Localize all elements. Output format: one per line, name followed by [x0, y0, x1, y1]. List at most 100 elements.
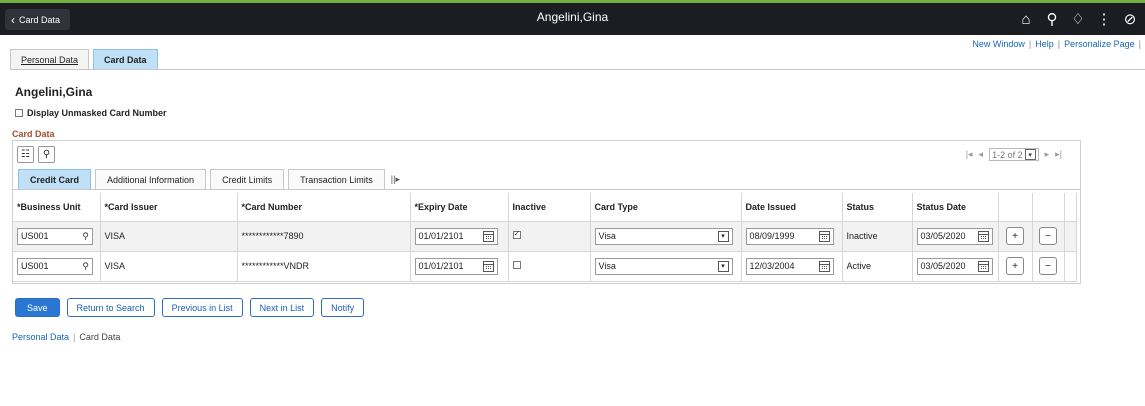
- inactive-checkbox[interactable]: [512, 261, 521, 269]
- tab-credit-card-label: Credit Card: [30, 174, 80, 185]
- spacer-cell: [1064, 221, 1077, 252]
- page-tabs: Personal Data Card Data: [10, 49, 158, 69]
- tab-card-data[interactable]: Card Data: [93, 49, 158, 69]
- card-number-cell: ************7890: [237, 221, 411, 252]
- col-business-unit: *Business Unit: [13, 193, 101, 222]
- lookup-search-icon[interactable]: ⚲: [82, 261, 89, 272]
- tab-credit-limits[interactable]: Credit Limits: [210, 169, 285, 189]
- col-card-number: *Card Number: [237, 193, 411, 222]
- notifications-icon[interactable]: ♢: [1065, 8, 1091, 30]
- delete-row-button[interactable]: −: [1039, 257, 1057, 275]
- personal-data-link[interactable]: Personal Data: [12, 332, 69, 342]
- display-unmasked-checkbox[interactable]: [15, 109, 23, 117]
- tab-credit-card[interactable]: Credit Card: [18, 169, 92, 189]
- inactive-checkbox[interactable]: [512, 229, 521, 239]
- business-unit-value: US001: [21, 231, 49, 241]
- business-unit-value: US001: [21, 261, 49, 271]
- date-issued-input[interactable]: 12/03/2004: [745, 257, 834, 275]
- home-icon[interactable]: ⌂: [1013, 8, 1039, 30]
- status-date-input[interactable]: 03/05/2020: [916, 257, 993, 275]
- lookup-search-icon[interactable]: ⚲: [82, 231, 89, 242]
- add-row-cell: +: [998, 221, 1033, 252]
- delete-row-button[interactable]: −: [1039, 227, 1057, 245]
- card-issuer-cell: VISA: [100, 251, 238, 282]
- spacer-cell: [1064, 251, 1077, 282]
- add-row-button[interactable]: +: [1006, 257, 1024, 275]
- business-unit-input[interactable]: US001 ⚲: [17, 227, 93, 245]
- search-icon[interactable]: ⚲: [1039, 8, 1065, 30]
- card-number-cell: ************VNDR: [237, 251, 411, 282]
- page-bar-links: Personal Data | Card Data: [12, 332, 120, 342]
- show-all-columns-icon[interactable]: ||▸: [389, 169, 400, 189]
- table-row: US001 ⚲ VISA ************VNDR 01/01/2101…: [13, 251, 1077, 282]
- card-data-current: Card Data: [79, 332, 121, 342]
- notify-button[interactable]: Notify: [321, 298, 365, 317]
- top-banner: ‹ Card Data Angelini,Gina ⌂ ⚲ ♢ ⋮ ⊘: [0, 0, 1145, 35]
- calendar-icon[interactable]: [482, 260, 494, 272]
- credit-card-table: *Business Unit *Card Issuer *Card Number…: [13, 193, 1077, 282]
- col-card-issuer: *Card Issuer: [100, 193, 238, 222]
- card-type-select[interactable]: Visa ▾: [594, 227, 733, 245]
- card-type-select[interactable]: Visa ▾: [594, 257, 733, 275]
- calendar-icon[interactable]: [818, 260, 830, 272]
- return-to-search-button[interactable]: Return to Search: [66, 298, 155, 317]
- calendar-icon[interactable]: [977, 230, 989, 242]
- last-page-icon[interactable]: ▸|: [1055, 149, 1062, 160]
- next-page-icon[interactable]: ▸: [1045, 149, 1050, 160]
- previous-in-list-button[interactable]: Previous in List: [161, 298, 243, 317]
- calendar-icon[interactable]: [977, 260, 989, 272]
- inactive-cell: [508, 221, 591, 252]
- header-icons: ⌂ ⚲ ♢ ⋮ ⊘: [1013, 8, 1143, 30]
- col-delete: [1032, 193, 1065, 222]
- expiry-date-input[interactable]: 01/01/2101: [414, 227, 498, 245]
- business-unit-cell: US001 ⚲: [13, 251, 101, 282]
- navbar-icon[interactable]: ⊘: [1117, 8, 1143, 30]
- subtab-divider: [13, 189, 1080, 190]
- tab-transaction-limits-label: Transaction Limits: [300, 174, 373, 185]
- delete-row-cell: −: [1032, 221, 1065, 252]
- card-type-value: Visa: [598, 261, 616, 271]
- previous-page-icon[interactable]: ◂: [979, 149, 984, 160]
- col-card-type: Card Type: [590, 193, 742, 222]
- tab-transaction-limits[interactable]: Transaction Limits: [288, 169, 385, 189]
- status-date-input[interactable]: 03/05/2020: [916, 227, 993, 245]
- actions-menu-icon[interactable]: ⋮: [1091, 8, 1117, 30]
- page-header-title: Angelini,Gina: [536, 10, 609, 24]
- expiry-date-input[interactable]: 01/01/2101: [414, 257, 498, 275]
- personalize-page-link[interactable]: Personalize Page: [1064, 39, 1135, 49]
- card-issuer-cell: VISA: [100, 221, 238, 252]
- link-separator: |: [73, 332, 76, 342]
- personalize-grid-button[interactable]: ☷: [17, 146, 34, 163]
- date-issued-input[interactable]: 08/09/1999: [745, 227, 834, 245]
- col-spacer: [1064, 193, 1077, 222]
- col-status: Status: [842, 193, 913, 222]
- help-link[interactable]: Help: [1035, 39, 1054, 49]
- table-row: US001 ⚲ VISA ************7890 01/01/2101…: [13, 221, 1077, 252]
- display-unmasked-label: Display Unmasked Card Number: [27, 108, 167, 118]
- status-date-cell: 03/05/2020: [912, 251, 999, 282]
- col-add: [998, 193, 1033, 222]
- col-date-issued: Date Issued: [741, 193, 843, 222]
- tab-personal-data[interactable]: Personal Data: [10, 49, 90, 69]
- tab-additional-information[interactable]: Additional Information: [95, 169, 207, 189]
- first-page-icon[interactable]: |◂: [966, 149, 973, 160]
- next-in-list-button[interactable]: Next in List: [249, 298, 315, 317]
- col-status-date: Status Date: [912, 193, 999, 222]
- calendar-icon[interactable]: [482, 230, 494, 242]
- find-button[interactable]: ⚲: [38, 146, 55, 163]
- link-separator: |: [1028, 39, 1032, 49]
- calendar-icon[interactable]: [818, 230, 830, 242]
- business-unit-input[interactable]: US001 ⚲: [17, 257, 93, 275]
- add-row-cell: +: [998, 251, 1033, 282]
- search-icon: ⚲: [42, 149, 51, 160]
- new-window-link[interactable]: New Window: [972, 39, 1025, 49]
- card-type-cell: Visa ▾: [590, 221, 742, 252]
- row-range-select[interactable]: 1-2 of 2 ▾: [989, 148, 1039, 161]
- tab-card-data-label: Card Data: [104, 54, 147, 65]
- person-name: Angelini,Gina: [15, 85, 93, 99]
- add-row-button[interactable]: +: [1006, 227, 1024, 245]
- save-button[interactable]: Save: [15, 298, 60, 317]
- date-issued-value: 08/09/1999: [749, 231, 795, 241]
- tab-divider: [10, 69, 1145, 70]
- expiry-date-value: 01/01/2101: [418, 261, 464, 271]
